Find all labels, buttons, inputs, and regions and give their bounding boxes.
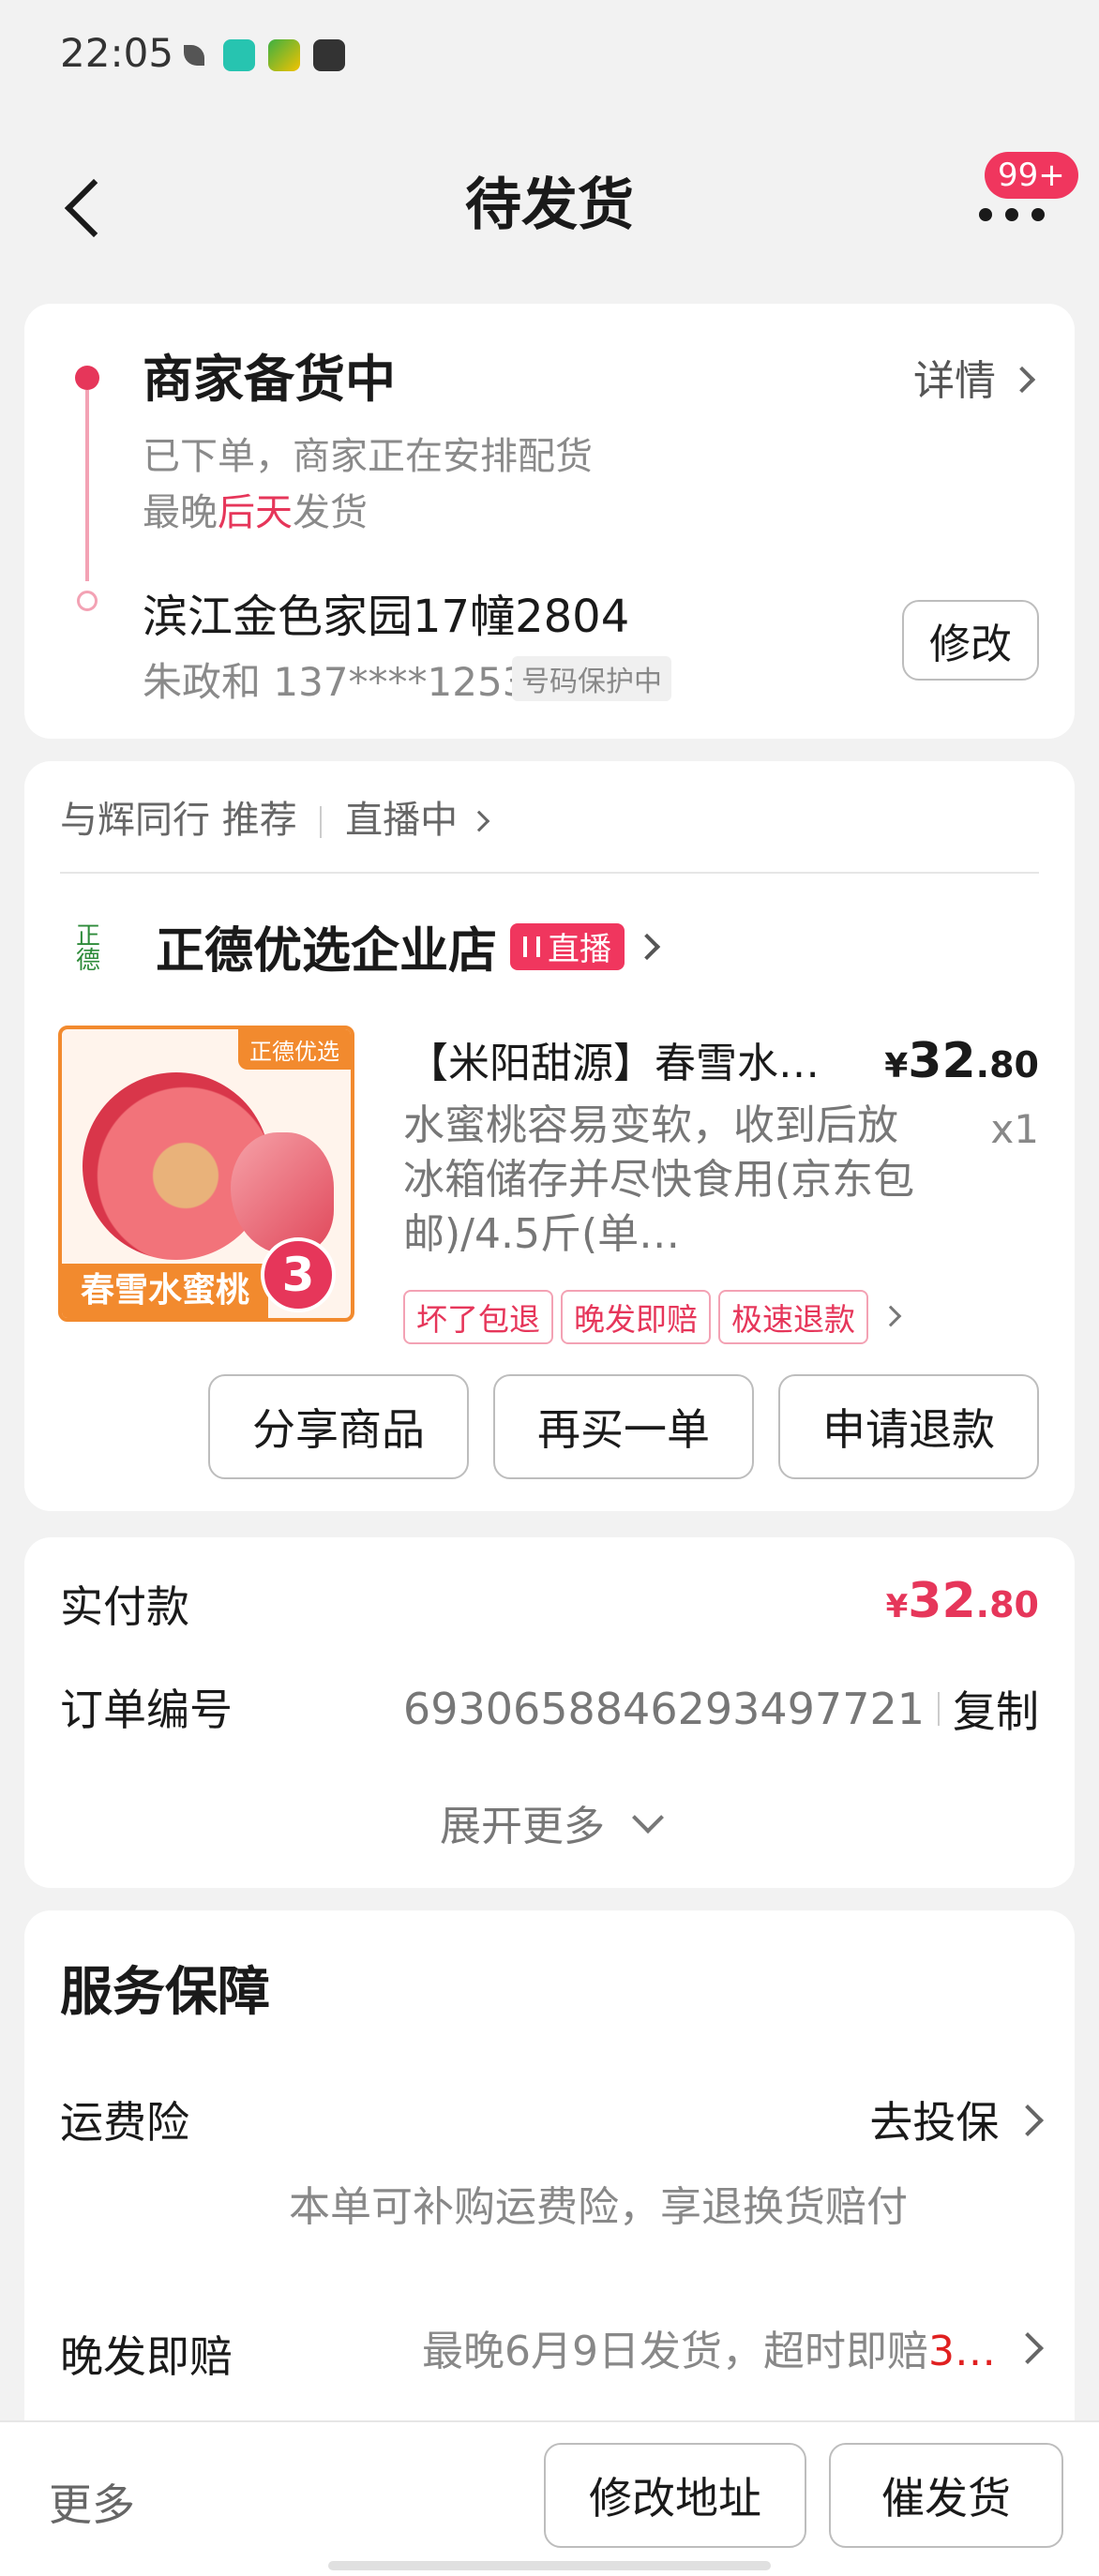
payment-card: 实付款 ¥32.80 订单编号 6930658846293497721 复制 展… xyxy=(24,1537,1075,1888)
detail-link-label: 详情 xyxy=(913,357,996,405)
chevron-right-icon xyxy=(1012,2104,1044,2136)
late-compensation-label: 晚发即赔 xyxy=(60,2323,233,2385)
timeline-dot-address xyxy=(77,591,98,611)
product-title[interactable]: 【米阳甜源】春雪水… xyxy=(407,1029,876,1089)
freight-insurance-desc: 本单可补购运费险，享退换货赔付 xyxy=(289,2173,908,2233)
tag-fast-refund: 极速退款 xyxy=(718,1290,868,1344)
contact-line: 朱政和 137****1253 xyxy=(143,651,527,708)
late-desc-prefix: 最晚6月9日发货，超时即赔 xyxy=(422,2328,928,2375)
late-desc-highlight: 3… xyxy=(928,2328,996,2375)
share-product-button[interactable]: 分享商品 xyxy=(208,1374,469,1479)
tag-bad-refund: 坏了包退 xyxy=(403,1290,553,1344)
bottom-bar: 更多 修改地址 催发货 xyxy=(0,2420,1099,2576)
header: 待发货 99+ xyxy=(0,131,1099,262)
freight-insurance-action[interactable]: 去投保 xyxy=(869,2089,1039,2150)
ship-prefix: 最晚 xyxy=(143,491,218,534)
live-bars-icon xyxy=(523,936,540,957)
product-card: 与辉同行 推荐 直播中 正德 正德优选企业店 直播 正德优选 春雪水蜜桃 3 【… xyxy=(24,761,1075,1511)
price-decimal: .80 xyxy=(976,1044,1039,1086)
more-link[interactable]: 更多 xyxy=(49,2471,135,2533)
modify-address-bottom-button[interactable]: 修改地址 xyxy=(544,2443,806,2548)
paid-label: 实付款 xyxy=(60,1573,189,1635)
privacy-tag: 号码保护中 xyxy=(512,656,671,701)
chevron-right-icon xyxy=(634,933,660,959)
paid-amount: ¥32.80 xyxy=(886,1573,1039,1629)
rebuy-button[interactable]: 再买一单 xyxy=(493,1374,754,1479)
shop-name-row[interactable]: 正德优选企业店 直播 xyxy=(156,911,656,981)
product-quantity: x1 xyxy=(990,1106,1039,1152)
expand-more[interactable]: 展开更多 xyxy=(24,1792,1075,1852)
notification-badge: 99+ xyxy=(985,152,1078,199)
image-title-label: 春雪水蜜桃 xyxy=(62,1264,268,1318)
shop-logo-text: 正德 xyxy=(69,922,104,971)
address-line: 滨江金色家园17幢2804 xyxy=(143,579,629,645)
status-bar: 22:05 xyxy=(0,0,1099,112)
freight-action-label: 去投保 xyxy=(869,2097,999,2148)
shop-logo: 正德 xyxy=(60,909,113,984)
leaf-icon xyxy=(184,45,204,66)
divider xyxy=(60,872,1039,874)
freight-insurance-label: 运费险 xyxy=(60,2089,189,2150)
peach-slice-image xyxy=(231,1132,334,1254)
shop-name: 正德优选企业店 xyxy=(156,911,497,981)
timeline-dot-active xyxy=(75,366,99,390)
urge-shipping-button[interactable]: 催发货 xyxy=(829,2443,1063,2548)
chevron-right-icon xyxy=(469,811,490,832)
chevron-right-icon xyxy=(1009,367,1035,393)
expand-more-label: 展开更多 xyxy=(440,1803,605,1850)
order-number: 6930658846293497721 xyxy=(403,1684,925,1734)
chevron-right-icon xyxy=(1012,2332,1044,2364)
order-status-card: 商家备货中 详情 已下单，商家正在安排配货 最晚后天发货 滨江金色家园17幢28… xyxy=(24,304,1075,739)
recommend-from: 与辉同行 推荐 xyxy=(60,799,297,842)
service-title: 服务保障 xyxy=(60,1950,270,2026)
price-symbol: ¥ xyxy=(884,1047,908,1086)
home-indicator xyxy=(328,2561,771,2570)
message-icon xyxy=(313,39,345,71)
modify-address-button[interactable]: 修改 xyxy=(902,600,1039,681)
ship-deadline: 最晚后天发货 xyxy=(143,482,368,536)
app-notification-icon xyxy=(223,39,255,71)
live-badge: 直播 xyxy=(510,923,625,970)
recommend-row[interactable]: 与辉同行 推荐 直播中 xyxy=(60,789,487,844)
status-description: 已下单，商家正在安排配货 xyxy=(143,426,593,480)
paid-integer: 32 xyxy=(908,1573,975,1629)
product-price: ¥32.80 xyxy=(884,1033,1039,1089)
status-time: 22:05 xyxy=(60,30,173,76)
order-number-row: 6930658846293497721 复制 xyxy=(403,1678,1039,1740)
page-title: 待发货 xyxy=(0,159,1099,241)
tag-late-compensation: 晚发即赔 xyxy=(561,1290,711,1344)
detail-link[interactable]: 详情 xyxy=(913,347,1031,407)
paid-symbol: ¥ xyxy=(886,1588,909,1625)
chevron-right-icon[interactable] xyxy=(881,1306,902,1327)
image-number-badge: 3 xyxy=(261,1237,336,1312)
image-brand-label: 正德优选 xyxy=(238,1029,351,1070)
order-number-label: 订单编号 xyxy=(60,1676,233,1738)
paid-decimal: .80 xyxy=(976,1584,1039,1625)
price-integer: 32 xyxy=(908,1033,975,1089)
product-image[interactable]: 正德优选 春雪水蜜桃 3 xyxy=(58,1026,354,1322)
copy-button[interactable]: 复制 xyxy=(953,1678,1039,1740)
live-link: 直播中 xyxy=(345,799,458,842)
ship-suffix: 发货 xyxy=(293,491,368,534)
refund-button[interactable]: 申请退款 xyxy=(778,1374,1039,1479)
timeline-line xyxy=(85,390,89,581)
more-menu-button[interactable] xyxy=(975,204,1050,223)
product-description: 水蜜桃容易变软，收到后放冰箱储存并尽快食用(京东包邮)/4.5斤(单… xyxy=(403,1099,928,1264)
live-badge-label: 直播 xyxy=(548,923,611,969)
status-title: 商家备货中 xyxy=(143,337,396,412)
ship-highlight: 后天 xyxy=(218,491,293,534)
late-compensation-desc[interactable]: 最晚6月9日发货，超时即赔3… xyxy=(422,2317,1039,2377)
chevron-down-icon xyxy=(632,1802,664,1834)
game-notification-icon xyxy=(268,39,300,71)
